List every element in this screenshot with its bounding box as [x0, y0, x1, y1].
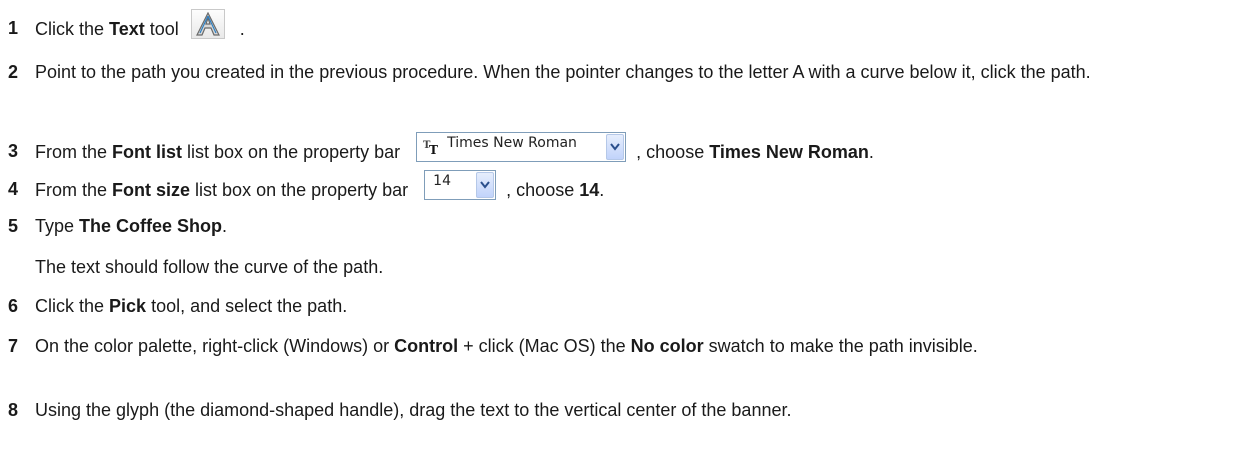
step-6: 6 Click the Pick tool, and select the pa…: [0, 293, 1230, 320]
font-size-dropdown[interactable]: 14: [424, 170, 497, 200]
step-text: Click the Text tool .: [35, 9, 1230, 45]
step-note: The text should follow the curve of the …: [35, 257, 384, 277]
step-number: 7: [8, 336, 19, 356]
step-2: 2 Point to the path you created in the p…: [0, 59, 1230, 86]
step-text: From the Font size list box on the prope…: [35, 170, 1230, 206]
font-size-value: 14: [433, 173, 451, 189]
svg-text:T: T: [429, 143, 438, 155]
step-number: 3: [8, 141, 19, 161]
truetype-font-icon: T T: [423, 136, 443, 157]
step-number: 8: [8, 400, 19, 420]
font-list-value: Times New Roman: [447, 135, 577, 151]
step-text: Type The Coffee Shop.: [35, 216, 228, 236]
chevron-down-icon[interactable]: [476, 172, 495, 198]
step-number: 4: [8, 179, 19, 199]
step-text: Using the glyph (the diamond-shaped hand…: [35, 400, 792, 420]
step-1: 1 Click the Text tool .: [0, 9, 1230, 45]
step-text: Click the Pick tool, and select the path…: [35, 296, 348, 316]
step-text: Point to the path you created in the pre…: [35, 62, 1091, 82]
step-5-note: The text should follow the curve of the …: [0, 254, 1230, 281]
step-3: 3 From the Font list list box on the pro…: [0, 132, 1230, 168]
step-number: 2: [8, 62, 19, 82]
step-text: On the color palette, right-click (Windo…: [35, 336, 978, 356]
font-list-dropdown[interactable]: T T Times New Roman: [416, 132, 627, 162]
step-4: 4 From the Font size list box on the pro…: [0, 170, 1230, 206]
step-number: 5: [8, 216, 19, 236]
step-number: 6: [8, 296, 19, 316]
step-text: From the Font list list box on the prope…: [35, 132, 1230, 168]
chevron-down-icon[interactable]: [606, 134, 625, 160]
step-5: 5 Type The Coffee Shop.: [0, 213, 1230, 240]
step-8: 8 Using the glyph (the diamond-shaped ha…: [0, 397, 1230, 424]
text-tool-icon[interactable]: [190, 9, 225, 39]
step-number: 1: [8, 18, 19, 38]
step-7: 7 On the color palette, right-click (Win…: [0, 333, 1230, 360]
